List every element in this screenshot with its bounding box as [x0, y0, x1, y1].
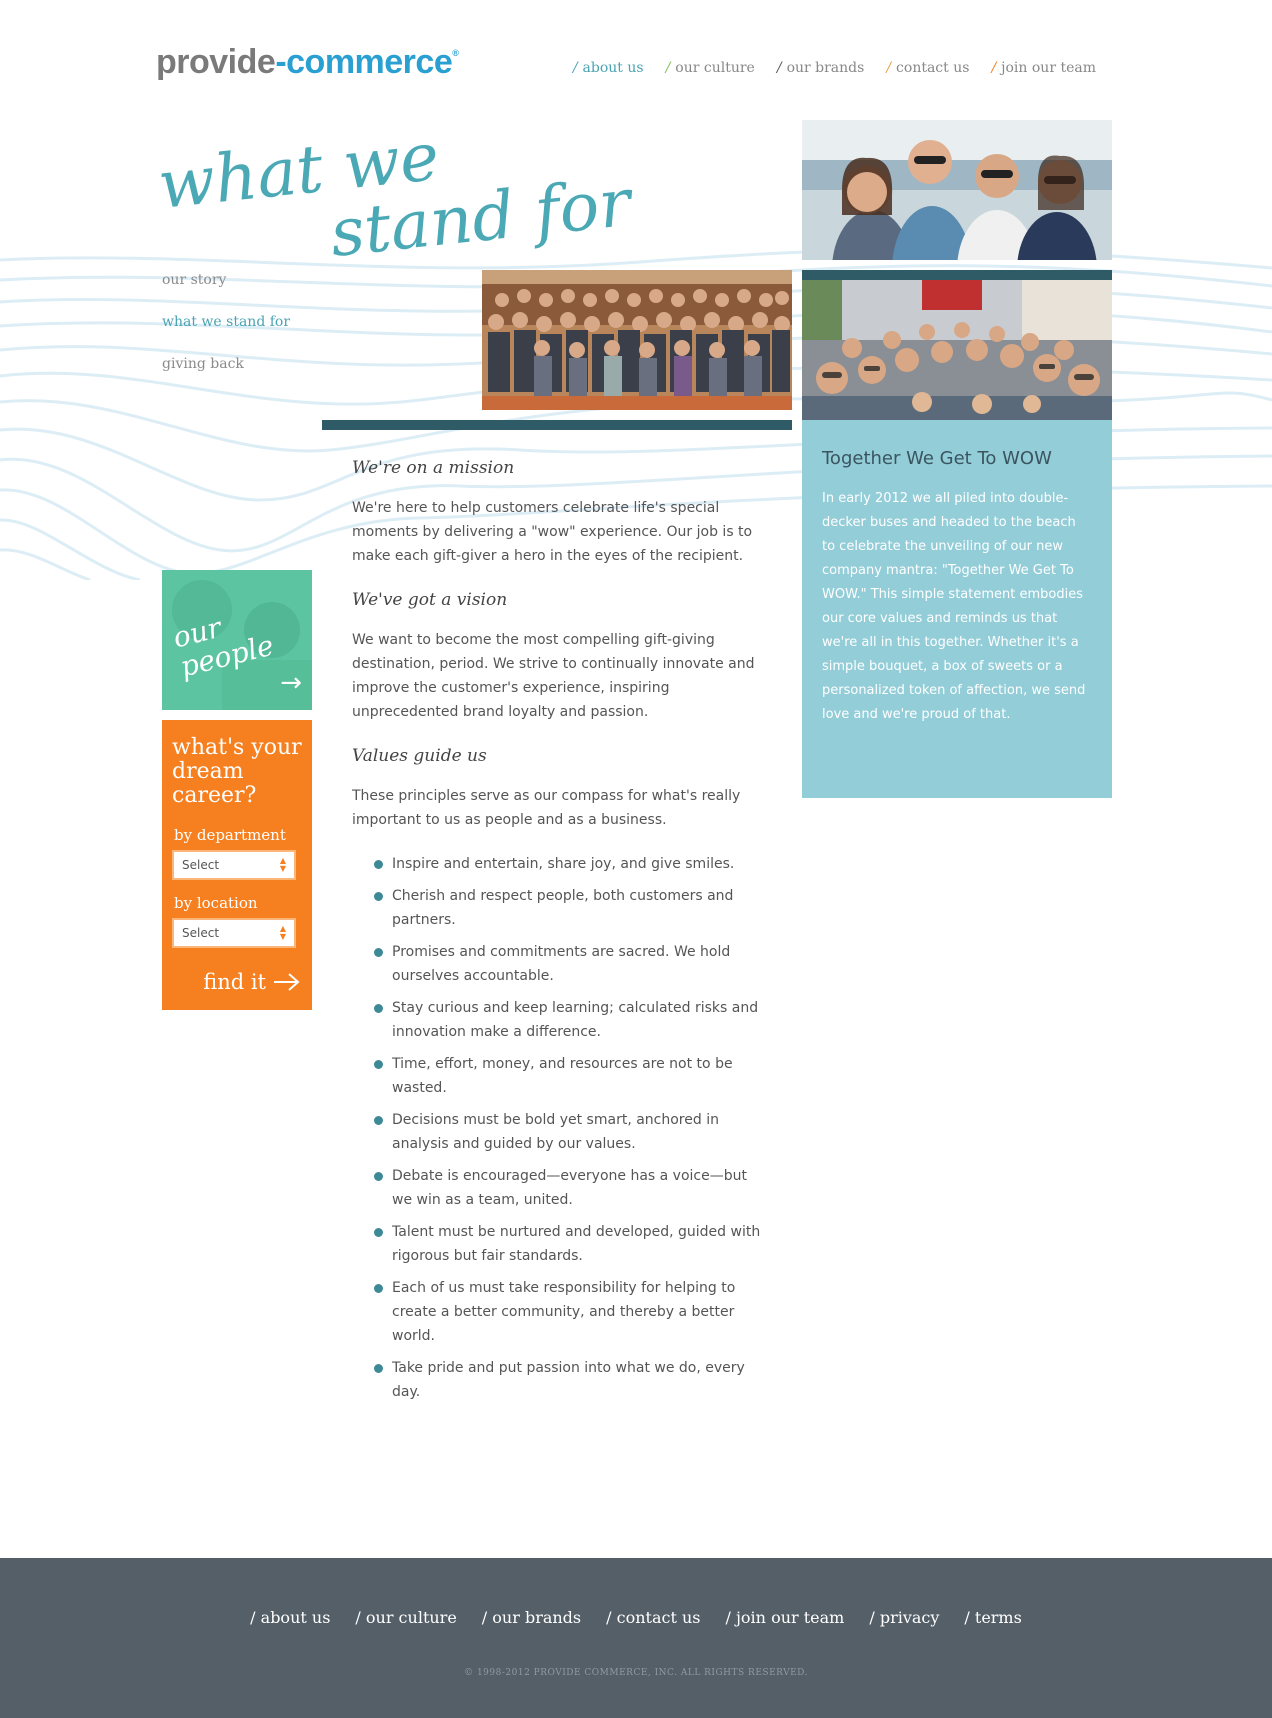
copyright-text: © 1998-2012 PROVIDE COMMERCE, INC. ALL R…	[464, 1668, 808, 1678]
department-label: by department	[174, 826, 286, 844]
values-list-item: Stay curious and keep learning; calculat…	[374, 996, 762, 1044]
wow-text: In early 2012 we all piled into double-d…	[822, 491, 1086, 722]
nav-our-culture-label: our culture	[675, 60, 755, 76]
arrow-right-icon: →	[280, 668, 302, 698]
our-people-promo[interactable]: our people →	[162, 570, 312, 710]
select-arrows-icon: ▲ ▼	[279, 856, 286, 873]
vision-heading: We've got a vision	[352, 590, 508, 610]
mission-text: We're here to help customers celebrate l…	[352, 500, 753, 564]
footer-link-our-brands[interactable]: / our brands	[482, 1608, 581, 1627]
registered-mark: ®	[452, 48, 459, 58]
bus-team-photo	[802, 280, 1112, 420]
values-list-item: Decisions must be bold yet smart, anchor…	[374, 1108, 762, 1156]
wow-heading: Together We Get To WOW	[822, 448, 1052, 469]
select-arrows-icon: ▲ ▼	[279, 924, 286, 941]
values-list-item: Time, effort, money, and resources are n…	[374, 1052, 762, 1100]
values-intro: These principles serve as our compass fo…	[352, 788, 741, 828]
footer-link-privacy[interactable]: / privacy	[869, 1608, 939, 1627]
values-list-item: Talent must be nurtured and developed, g…	[374, 1220, 762, 1268]
career-title: what's your dream career?	[172, 736, 302, 808]
top-navigation: / about us / our culture / our brands / cont…	[573, 60, 1096, 76]
nav-slash: /	[886, 60, 892, 76]
staff-group-photo	[482, 270, 792, 410]
nav-our-culture[interactable]: / our culture	[666, 60, 755, 76]
location-select[interactable]: Select ▲ ▼	[172, 918, 296, 948]
footer-link-join-our-team[interactable]: / join our team	[725, 1608, 844, 1627]
divider-bar	[322, 420, 792, 430]
find-it-label: find it	[203, 970, 266, 994]
career-title-line1: what's your	[172, 735, 302, 760]
values-list-item: Inspire and entertain, share joy, and gi…	[374, 852, 762, 876]
footer-link-about-us[interactable]: / about us	[250, 1608, 330, 1627]
nav-slash: /	[776, 60, 782, 76]
together-wow-panel: Together We Get To WOW In early 2012 we …	[802, 420, 1112, 798]
department-select-value: Select	[182, 858, 220, 872]
nav-slash: /	[665, 60, 671, 76]
footer-link-our-culture[interactable]: / our culture	[355, 1608, 456, 1627]
nav-contact-us[interactable]: / contact us	[886, 60, 969, 76]
mission-heading: We're on a mission	[352, 458, 515, 478]
nav-about-us-label: about us	[582, 60, 644, 76]
divider-bar-right	[802, 270, 1112, 280]
nav-about-us[interactable]: / about us	[573, 60, 644, 76]
values-list-item: Take pride and put passion into what we …	[374, 1356, 762, 1404]
nav-join-our-team[interactable]: / join our team	[991, 60, 1096, 76]
hero-title: what we stand for	[155, 120, 635, 270]
company-logo[interactable]: provide-commerce®	[156, 43, 459, 81]
footer-navigation: / about us / our culture / our brands / …	[0, 1608, 1272, 1627]
location-select-value: Select	[182, 926, 220, 940]
nav-join-our-team-label: join our team	[1001, 60, 1096, 76]
subnav-what-we-stand-for[interactable]: what we stand for	[162, 314, 290, 330]
subnav-giving-back[interactable]: giving back	[162, 356, 290, 372]
values-list: Inspire and entertain, share joy, and gi…	[374, 852, 762, 1404]
nav-contact-us-label: contact us	[896, 60, 970, 76]
beach-team-photo	[802, 120, 1112, 260]
subnav-our-story[interactable]: our story	[162, 272, 290, 288]
values-list-item: Promises and commitments are sacred. We …	[374, 940, 762, 988]
career-title-line3: career?	[172, 783, 257, 808]
nav-our-brands[interactable]: / our brands	[777, 60, 864, 76]
nav-slash: /	[572, 60, 578, 76]
site-footer: / about us / our culture / our brands / …	[0, 1558, 1272, 1718]
career-title-line2: dream	[172, 759, 244, 784]
values-list-item: Cherish and respect people, both custome…	[374, 884, 762, 932]
department-select[interactable]: Select ▲ ▼	[172, 850, 296, 880]
logo-text-commerce: -commerce	[275, 43, 453, 81]
find-it-button[interactable]: find it	[203, 970, 302, 994]
career-search-box: what's your dream career? by department …	[162, 720, 312, 1010]
vision-text: We want to become the most compelling gi…	[352, 632, 755, 720]
values-heading: Values guide us	[352, 746, 487, 766]
footer-link-contact-us[interactable]: / contact us	[606, 1608, 700, 1627]
values-list-item: Debate is encouraged—everyone has a voic…	[374, 1164, 762, 1212]
nav-our-brands-label: our brands	[786, 60, 865, 76]
nav-slash: /	[991, 60, 997, 76]
logo-text-provide: provide	[156, 43, 276, 81]
location-label: by location	[174, 894, 258, 912]
footer-link-terms[interactable]: / terms	[964, 1608, 1021, 1627]
values-list-item: Each of us must take responsibility for …	[374, 1276, 762, 1348]
main-content: We're on a mission We're here to help cu…	[352, 456, 762, 1412]
arrow-right-icon	[274, 973, 300, 991]
section-subnav: our story what we stand for giving back	[162, 272, 290, 398]
